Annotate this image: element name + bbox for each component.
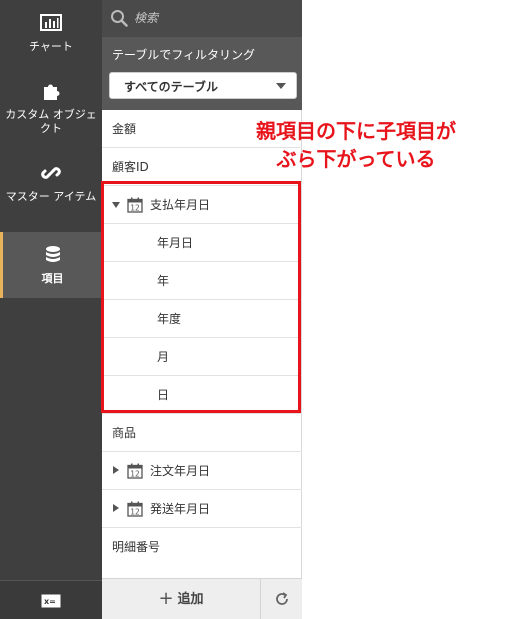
search-bar bbox=[102, 0, 302, 37]
rail-item-chart[interactable]: チャート bbox=[0, 0, 102, 68]
rail-item-label: マスター アイテム bbox=[5, 190, 97, 203]
add-button-label: 追加 bbox=[177, 592, 204, 607]
variables-icon: x= bbox=[41, 594, 61, 608]
refresh-icon bbox=[276, 592, 288, 605]
field-label: 明細番号 bbox=[112, 540, 161, 554]
annotation-highlight-box bbox=[101, 181, 301, 413]
field-label: 金額 bbox=[112, 122, 137, 136]
rail-item-label: チャート bbox=[29, 40, 73, 53]
database-icon bbox=[45, 246, 60, 262]
link-icon bbox=[41, 167, 61, 179]
plus-icon: + bbox=[158, 588, 174, 609]
chevron-down-icon bbox=[276, 83, 286, 89]
rail-item-label: 項目 bbox=[41, 272, 64, 285]
calendar-icon: 12 bbox=[127, 501, 143, 517]
field-item-line-number[interactable]: 明細番号 bbox=[102, 528, 302, 566]
annotation-callout: 親項目の下に子項目が ぶら下がっている bbox=[241, 117, 471, 173]
table-select-value: すべてのテーブル bbox=[124, 80, 218, 94]
field-label: 商品 bbox=[112, 426, 137, 440]
field-item-product[interactable]: 商品 bbox=[102, 414, 302, 452]
filter-by-table-label: テーブルでフィルタリング bbox=[112, 48, 256, 62]
expand-caret-icon[interactable] bbox=[113, 466, 119, 474]
field-item-ship-date[interactable]: 12 発送年月日 bbox=[102, 490, 302, 528]
annotation-line: 親項目の下に子項目が bbox=[256, 119, 456, 143]
nav-rail: チャート カスタム オブジェクト マスター アイテム 項目 x= bbox=[0, 0, 102, 619]
annotation-line: ぶら下がっている bbox=[276, 147, 436, 171]
rail-variables-button[interactable]: x= bbox=[0, 580, 102, 619]
rail-item-fields[interactable]: 項目 bbox=[0, 232, 102, 298]
refresh-button[interactable] bbox=[260, 579, 302, 619]
puzzle-icon bbox=[44, 84, 60, 100]
field-label: 発送年月日 bbox=[150, 502, 211, 516]
rail-item-custom-objects[interactable]: カスタム オブジェクト bbox=[0, 68, 102, 150]
panel-footer: + 追加 bbox=[102, 578, 302, 619]
svg-text:x=: x= bbox=[44, 597, 56, 606]
search-icon bbox=[111, 10, 128, 27]
add-button[interactable]: + 追加 bbox=[102, 579, 260, 619]
table-filter-select[interactable]: すべてのテーブル bbox=[109, 72, 297, 99]
search-input[interactable] bbox=[134, 8, 294, 28]
calendar-icon: 12 bbox=[127, 463, 143, 479]
panel-header: テーブルでフィルタリング すべてのテーブル bbox=[102, 0, 302, 110]
field-label: 注文年月日 bbox=[150, 464, 211, 478]
field-item-order-date[interactable]: 12 注文年月日 bbox=[102, 452, 302, 490]
rail-item-label: カスタム オブジェクト bbox=[5, 108, 97, 135]
expand-caret-icon[interactable] bbox=[113, 504, 119, 512]
svg-text:12: 12 bbox=[130, 470, 140, 479]
svg-text:12: 12 bbox=[130, 508, 140, 517]
rail-item-master-items[interactable]: マスター アイテム bbox=[0, 150, 102, 232]
bar-chart-icon bbox=[40, 14, 62, 31]
